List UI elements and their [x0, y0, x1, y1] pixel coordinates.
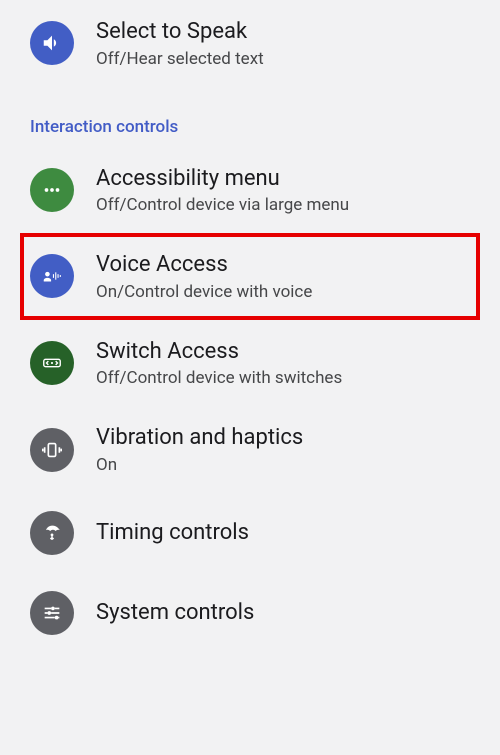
section-header-interaction: Interaction controls [0, 87, 500, 147]
speaker-icon [30, 21, 74, 65]
switch-icon [30, 341, 74, 385]
item-title: Voice Access [96, 251, 312, 280]
settings-item-switch-access[interactable]: Switch Access Off/Control device with sw… [0, 320, 500, 407]
item-subtitle: On/Control device with voice [96, 282, 312, 302]
sliders-icon [30, 591, 74, 635]
item-title: Vibration and haptics [96, 424, 303, 453]
settings-item-voice-access[interactable]: Voice Access On/Control device with voic… [20, 233, 480, 320]
dots-icon [30, 168, 74, 212]
item-title: System controls [96, 599, 254, 628]
settings-item-timing[interactable]: Timing controls [0, 493, 500, 573]
settings-item-system[interactable]: System controls [0, 573, 500, 653]
item-subtitle: Off/Control device with switches [96, 368, 342, 388]
item-subtitle: On [96, 455, 303, 475]
item-title: Timing controls [96, 519, 249, 548]
item-subtitle: Off/Control device via large menu [96, 195, 349, 215]
voice-icon [30, 254, 74, 298]
item-title: Accessibility menu [96, 165, 349, 194]
settings-item-accessibility-menu[interactable]: Accessibility menu Off/Control device vi… [0, 147, 500, 234]
settings-item-vibration[interactable]: Vibration and haptics On [0, 406, 500, 493]
timing-icon [30, 511, 74, 555]
item-title: Switch Access [96, 338, 342, 367]
vibration-icon [30, 428, 74, 472]
item-title: Select to Speak [96, 18, 264, 47]
item-subtitle: Off/Hear selected text [96, 49, 264, 69]
settings-item-select-to-speak[interactable]: Select to Speak Off/Hear selected text [0, 0, 500, 87]
